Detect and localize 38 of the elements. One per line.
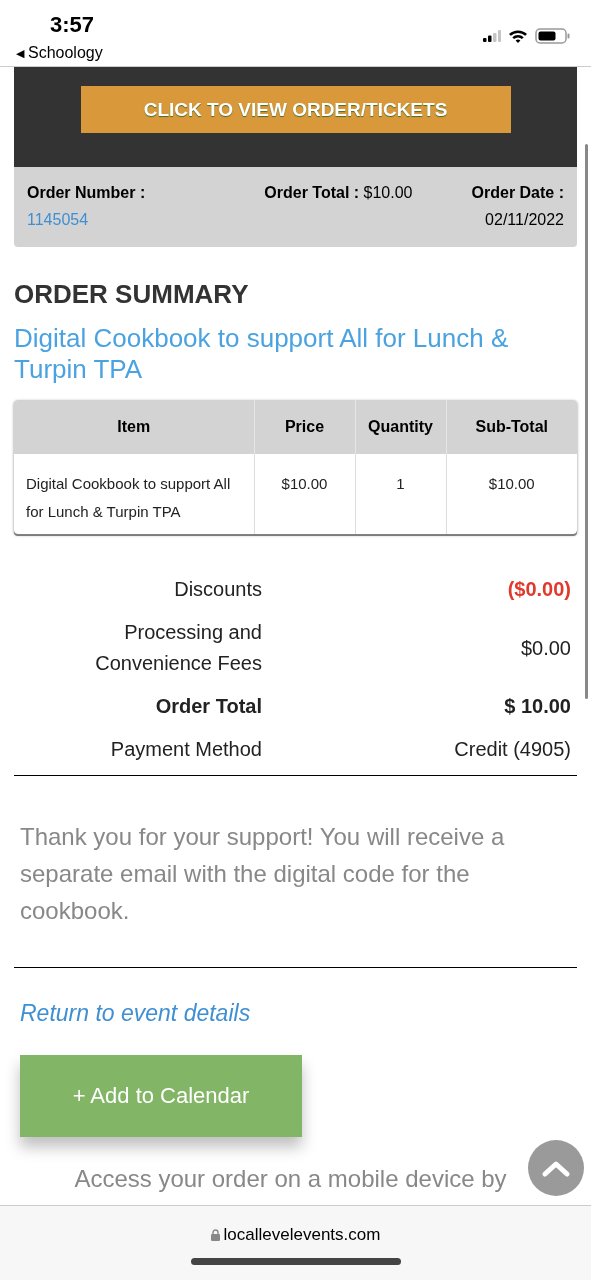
back-app-link[interactable]: Schoology bbox=[28, 44, 103, 62]
return-link[interactable]: Return to event details bbox=[20, 1000, 251, 1027]
total-value: Credit (4905) bbox=[453, 738, 572, 761]
lock-icon bbox=[210, 1229, 220, 1241]
signal-icon bbox=[483, 30, 501, 42]
url-text[interactable]: locallevelevents.com bbox=[223, 1225, 381, 1245]
order-number-link[interactable]: 1145054 bbox=[27, 211, 146, 229]
battery-icon bbox=[535, 28, 571, 44]
column-header: Item bbox=[14, 400, 254, 454]
order-date: 02/11/2022 bbox=[485, 211, 564, 229]
order-total-text: Order Total : $10.00 bbox=[264, 184, 413, 202]
back-glyph[interactable]: ◀ bbox=[16, 46, 24, 60]
total-label: Discounts bbox=[173, 577, 262, 602]
table-cell: Digital Cookbook to support All for Lunch & Turpin TPA bbox=[14, 454, 254, 534]
thank-you-message: Thank you for your support! You will receive a separate email with the digital code for the cookbook. bbox=[20, 822, 506, 926]
total-value: ($0.00) bbox=[506, 578, 572, 601]
column-header: Price bbox=[254, 400, 355, 454]
summary-heading: ORDER SUMMARY bbox=[14, 279, 250, 310]
app-note: Access your order on a mobile device by bbox=[73, 1165, 508, 1193]
chevron-up-icon bbox=[542, 1159, 570, 1177]
total-label: Processing and Convenience Fees bbox=[94, 620, 262, 676]
wifi-icon bbox=[508, 29, 528, 43]
view-order-button[interactable]: CLICK TO VIEW ORDER/TICKETS bbox=[80, 86, 511, 133]
total-value: $0.00 bbox=[519, 636, 572, 660]
table-cell: 1 bbox=[355, 454, 446, 534]
total-value: $ 10.00 bbox=[503, 695, 572, 718]
add-to-calendar-button[interactable]: + Add to Calendar bbox=[20, 1055, 302, 1137]
status-time: 3:57 bbox=[50, 12, 96, 38]
table-cell: $10.00 bbox=[254, 454, 355, 534]
table-cell: $10.00 bbox=[446, 454, 577, 534]
order-number-label: Order Number : bbox=[27, 184, 146, 202]
column-header: Quantity bbox=[355, 400, 446, 454]
total-label: Order Total bbox=[154, 694, 262, 719]
order-date-label: Order Date : bbox=[471, 184, 564, 202]
back-to-top-button[interactable] bbox=[528, 1140, 584, 1196]
total-label: Payment Method bbox=[109, 737, 262, 762]
column-header: Sub-Total bbox=[446, 400, 577, 454]
event-title: Digital Cookbook to support All for Lunch & Turpin TPA bbox=[14, 323, 510, 385]
